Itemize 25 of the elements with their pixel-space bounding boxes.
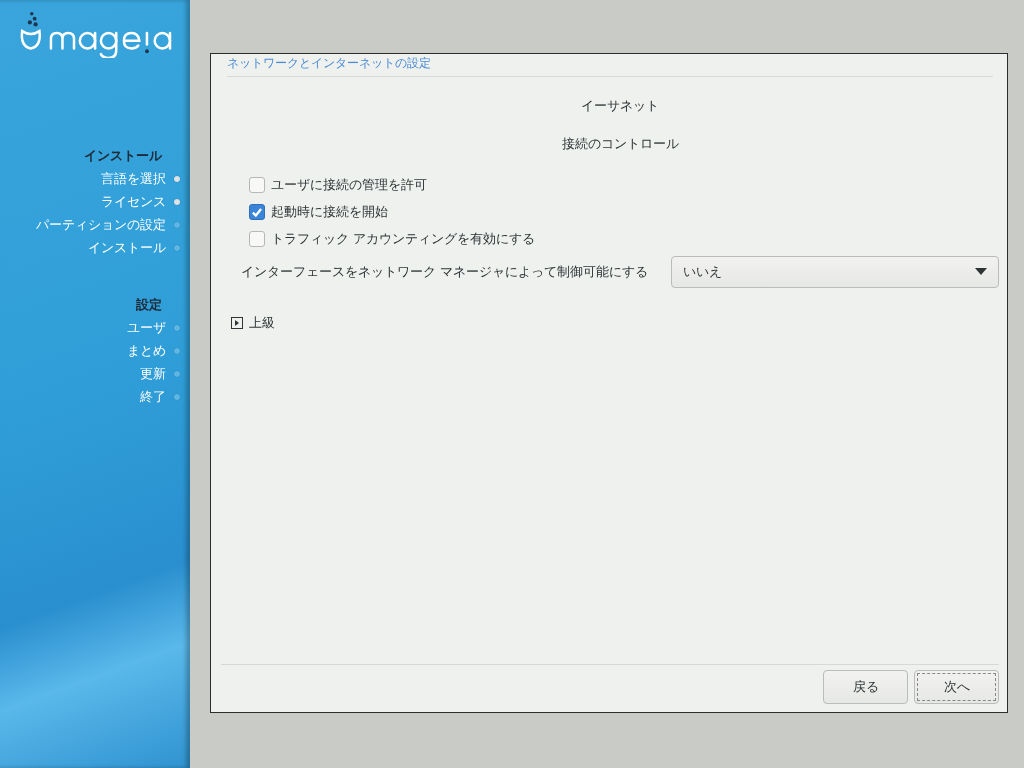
step-label: 更新 — [140, 364, 166, 383]
section-label: 接続のコントロール — [560, 135, 680, 153]
step-label: まとめ — [127, 341, 166, 360]
step-label: ライセンス — [101, 192, 166, 211]
checkbox-label[interactable]: 起動時に接続を開始 — [271, 202, 388, 221]
section-heading: インストール — [84, 147, 162, 165]
step-label: パーティションの設定 — [36, 215, 166, 234]
step-label: インストール — [88, 238, 166, 257]
checkbox-label[interactable]: ユーザに接続の管理を許可 — [271, 175, 427, 194]
checkbox[interactable] — [249, 203, 265, 220]
checkbox-label[interactable]: トラフィック アカウンティングを有効にする — [271, 229, 536, 248]
section-heading: 設定 — [136, 296, 162, 314]
expander[interactable]: 上級 — [221, 314, 275, 332]
caret-icon — [975, 268, 987, 276]
dialog-button[interactable]: 戻る — [823, 670, 908, 704]
checkbox[interactable] — [249, 230, 265, 247]
step-label: 言語を選択 — [101, 169, 166, 188]
checkbox[interactable] — [249, 176, 265, 193]
dialog-button[interactable]: 次へ — [914, 670, 999, 704]
step-label: ユーザ — [127, 318, 166, 337]
section-label: イーサネット — [580, 97, 660, 115]
dropdown[interactable]: いいえ — [671, 256, 999, 288]
step-label: 終了 — [140, 387, 166, 406]
field-label: インターフェースをネットワーク マネージャによって制御可能にする — [241, 263, 650, 281]
dialog-title: ネットワークとインターネットの設定 — [226, 55, 432, 72]
